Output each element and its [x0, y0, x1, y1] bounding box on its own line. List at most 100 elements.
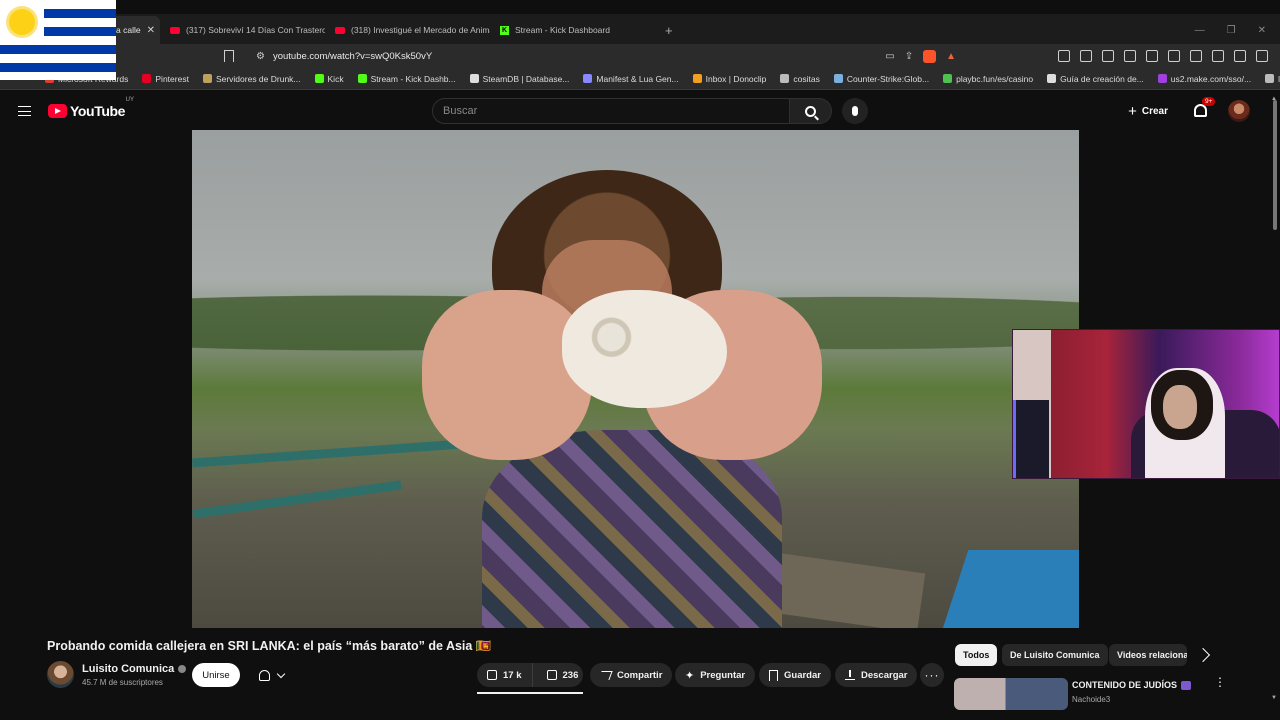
bookmark-item[interactable]: Guía de creación de... — [1040, 74, 1151, 84]
microphone-icon — [852, 106, 859, 116]
channel-name-text: Luisito Comunica — [82, 663, 175, 675]
sparkle-icon: ✦ — [685, 669, 695, 682]
recommendation-title-text: CONTENIDO DE JUDÍOS — [1072, 680, 1178, 690]
bookmark-item[interactable]: Kick — [308, 74, 351, 84]
scrollbar-thumb[interactable] — [1273, 100, 1277, 230]
maximize-icon[interactable]: ❐ — [1227, 25, 1236, 36]
recommendation-thumbnail[interactable] — [954, 678, 1068, 710]
new-tab-button[interactable]: + — [655, 16, 683, 44]
close-tab-icon[interactable]: ✕ — [147, 25, 155, 36]
bookmark-label: cositas — [793, 73, 820, 84]
tab-youtube-1[interactable]: (317) Sobreviví 14 Días Con Trasteros — [160, 16, 325, 44]
youtube-icon — [170, 26, 180, 34]
tab-kick[interactable]: K Stream - Kick Dashboard — [490, 16, 655, 44]
puzzle-icon[interactable] — [1102, 50, 1114, 62]
chip-related[interactable]: Videos relacionados — [1109, 644, 1187, 666]
vpn-icon[interactable] — [1234, 50, 1246, 62]
uruguay-flag-overlay — [0, 0, 116, 80]
create-button[interactable]: + Crear — [1120, 98, 1176, 124]
omnibox-actions: ▭ ⇪ ▲ — [885, 49, 956, 63]
share-page-icon[interactable]: ⇪ — [905, 51, 913, 62]
tab-youtube-2[interactable]: (318) Investigué el Mercado de Animales — [325, 16, 490, 44]
extension-icon[interactable] — [1058, 50, 1070, 62]
channel-avatar[interactable] — [47, 661, 74, 688]
verified-icon — [178, 665, 187, 673]
download-button[interactable]: Descargar — [835, 663, 918, 687]
rewards-icon[interactable]: ▲ — [946, 51, 956, 62]
bookmark-item[interactable]: SteamDB | Database... — [463, 74, 577, 84]
like-highlight-underline — [477, 692, 583, 694]
share-button[interactable]: Compartir — [590, 663, 673, 687]
browser-tab-strip: a calle ✕ (317) Sobreviví 14 Días Con Tr… — [0, 14, 1280, 44]
extension-icon[interactable] — [1080, 50, 1092, 62]
cast-icon[interactable]: ▭ — [885, 51, 894, 62]
hamburger-menu-icon[interactable] — [18, 106, 31, 116]
sidebar-icon[interactable] — [1168, 50, 1180, 62]
search-input[interactable]: Buscar — [432, 98, 791, 124]
dislike-button[interactable]: 236 — [539, 663, 587, 687]
url-field[interactable]: ⚙ youtube.com/watch?v=swQ0Ksk50vY ▭ ⇪ ▲ — [246, 46, 966, 66]
bookmark-item[interactable]: Stream - Kick Dashb... — [351, 74, 463, 84]
search-icon — [805, 105, 817, 117]
brave-shields-icon[interactable] — [923, 49, 937, 63]
url-text: youtube.com/watch?v=swQ0Ksk50vY — [272, 50, 433, 62]
subscription-notifications-button[interactable] — [248, 663, 294, 687]
search-button[interactable] — [790, 98, 833, 124]
thumbs-down-icon — [546, 670, 557, 680]
bookmark-favicon-icon — [142, 74, 152, 83]
streamer-webcam-overlay — [1012, 329, 1280, 479]
bookmark-item[interactable]: us2.make.com/sso/... — [1151, 74, 1258, 84]
close-window-icon[interactable]: ✕ — [1258, 25, 1266, 36]
ask-button[interactable]: ✦ Preguntar — [675, 663, 756, 687]
chip-all[interactable]: Todos — [955, 644, 998, 666]
tab-title: a calle — [116, 25, 141, 35]
plus-icon: + — [1128, 102, 1137, 120]
bookmark-item[interactable]: Counter-Strike:Glob... — [827, 74, 936, 84]
voice-search-button[interactable] — [842, 98, 869, 124]
bookmark-item[interactable]: playbc.fun/es/casino — [936, 74, 1040, 84]
bookmark-favicon-icon — [357, 74, 367, 83]
video-player[interactable] — [192, 130, 1079, 628]
like-dislike-group: 17 k 236 — [477, 663, 583, 687]
search-placeholder: Buscar — [443, 105, 478, 117]
bookmark-label: Inbox | Donoclip — [705, 73, 767, 84]
more-actions-button[interactable]: ··· — [920, 663, 944, 687]
thumbs-up-icon — [487, 670, 497, 680]
video-frame-subject — [562, 290, 727, 408]
minimize-icon[interactable]: — — [1195, 25, 1205, 36]
bookmark-item[interactable]: Manifest & Lua Gen... — [576, 74, 685, 84]
channel-name[interactable]: Luisito Comunica — [82, 663, 187, 675]
wallet-icon[interactable] — [1190, 50, 1202, 62]
notifications-button[interactable]: 9+ — [1192, 97, 1216, 120]
recommendation-title[interactable]: CONTENIDO DE JUDÍOS — [1072, 680, 1192, 690]
bookmark-item[interactable]: cositas — [773, 74, 826, 84]
music-icon[interactable] — [1146, 50, 1158, 62]
bookmark-page-icon[interactable] — [224, 50, 234, 62]
country-code: UY — [125, 97, 135, 103]
bookmark-item[interactable]: lolo — [1258, 74, 1280, 84]
account-avatar[interactable] — [1228, 100, 1250, 122]
bookmark-item[interactable]: Inbox | Donoclip — [686, 74, 774, 84]
extension-icon[interactable] — [1124, 50, 1136, 62]
bookmark-favicon-icon — [1265, 74, 1275, 83]
scroll-down-arrow[interactable]: ▼ — [1271, 695, 1277, 701]
chevron-right-icon[interactable] — [1195, 647, 1211, 663]
create-label: Crear — [1141, 105, 1168, 117]
ai-icon[interactable] — [1212, 50, 1224, 62]
bookmark-item[interactable]: Servidores de Drunk... — [196, 74, 308, 84]
like-button[interactable]: 17 k — [477, 663, 533, 687]
join-button[interactable]: Unirse — [192, 663, 240, 687]
video-title: Probando comida callejera en SRI LANKA: … — [47, 639, 492, 653]
save-button[interactable]: Guardar — [759, 663, 831, 687]
site-info-icon[interactable]: ⚙ — [256, 51, 265, 62]
youtube-icon — [335, 26, 345, 34]
bookmark-item[interactable]: Pinterest — [135, 74, 196, 84]
logo-text: YouTube — [70, 103, 126, 119]
chip-from-channel[interactable]: De Luisito Comunica — [1002, 644, 1108, 666]
bookmark-label: Pinterest — [155, 73, 189, 84]
dislike-count: 236 — [562, 669, 579, 681]
menu-icon[interactable] — [1256, 50, 1268, 62]
recommendation-menu-icon[interactable]: ⋮ — [1214, 676, 1226, 688]
bookmark-label: playbc.fun/es/casino — [956, 73, 1034, 84]
youtube-logo[interactable]: YouTube UY — [48, 97, 134, 119]
